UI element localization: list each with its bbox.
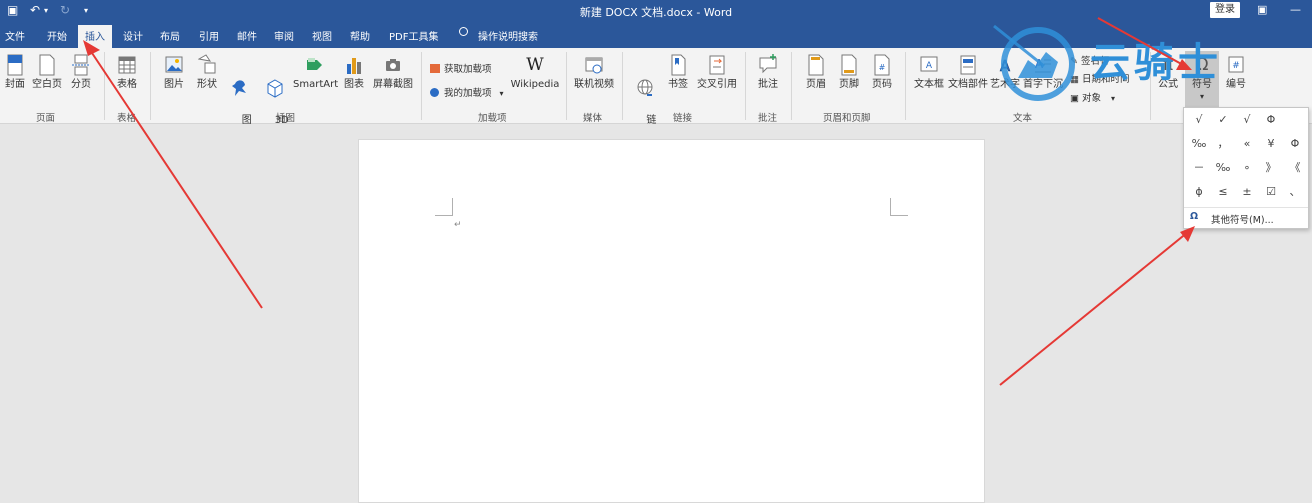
annotation-arrows: [83, 17, 1195, 386]
arrow-to-more-symbols: [999, 226, 1195, 386]
arrow-to-insert-tab: [83, 40, 263, 309]
arrow-to-symbol-button: [1097, 17, 1192, 70]
